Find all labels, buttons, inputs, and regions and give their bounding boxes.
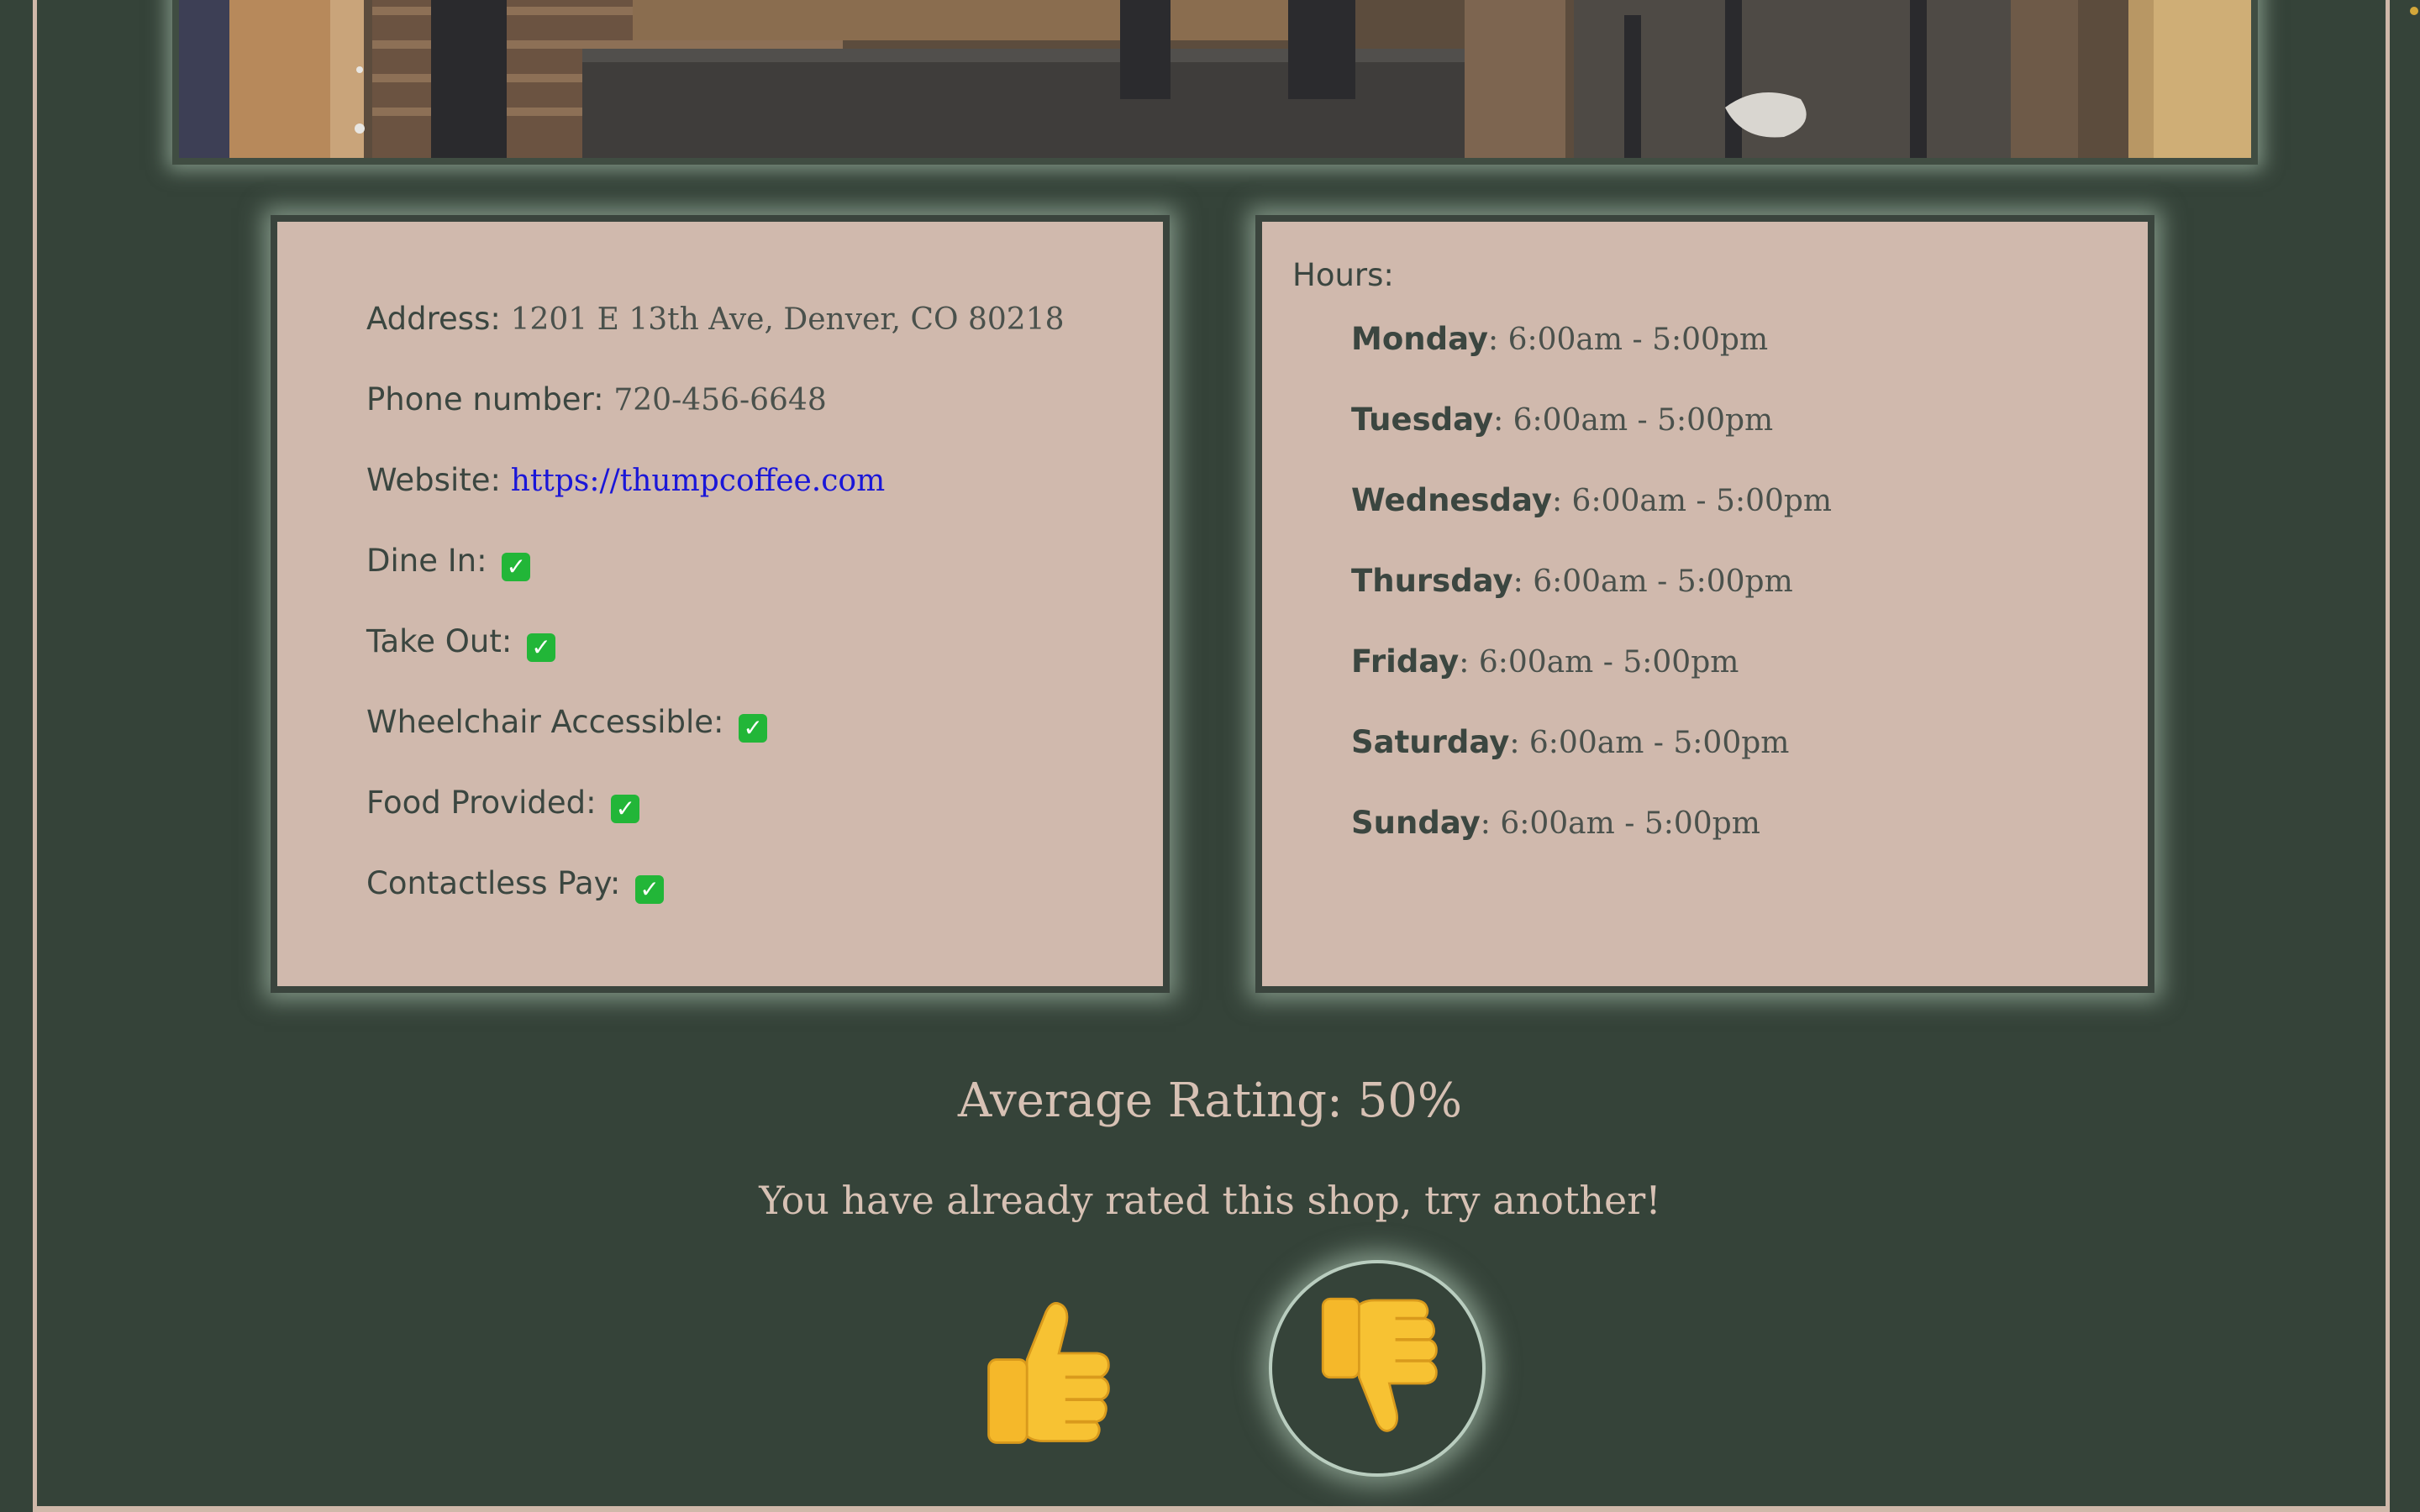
take-out-row: Take Out: ✓ [366, 623, 556, 662]
thumbs-down-button[interactable] [1269, 1260, 1486, 1477]
day-name: Friday [1351, 643, 1460, 680]
hours-row-wednesday: Wednesday: 6:00am - 5:00pm [1351, 482, 1832, 518]
already-rated-message: You have already rated this shop, try an… [759, 1178, 1661, 1223]
hours-row-friday: Friday: 6:00am - 5:00pm [1351, 643, 1739, 680]
day-name: Thursday [1351, 563, 1513, 599]
check-mark-icon: ✓ [611, 795, 640, 823]
website-row: Website: https://thumpcoffee.com [366, 462, 885, 498]
day-name: Wednesday [1351, 482, 1552, 518]
hours-row-monday: Monday: 6:00am - 5:00pm [1351, 321, 1768, 357]
day-hours: : 6:00am - 5:00pm [1488, 323, 1769, 357]
thumbs-up-button[interactable] [941, 1264, 1151, 1474]
hours-row-tuesday: Tuesday: 6:00am - 5:00pm [1351, 402, 1773, 438]
website-label: Website: [366, 462, 501, 498]
wheelchair-row: Wheelchair Accessible: ✓ [366, 704, 768, 743]
address-value: 1201 E 13th Ave, Denver, CO 80218 [510, 302, 1065, 337]
page-background: Address: 1201 E 13th Ave, Denver, CO 802… [0, 0, 2420, 1512]
hours-card: Hours: Monday: 6:00am - 5:00pm Tuesday: … [1255, 215, 2154, 993]
food-label: Food Provided: [366, 785, 597, 821]
day-name: Sunday [1351, 805, 1481, 841]
shop-photo [172, 0, 2258, 165]
check-mark-icon: ✓ [739, 714, 768, 743]
day-hours: : 6:00am - 5:00pm [1512, 564, 1793, 599]
website-link[interactable]: https://thumpcoffee.com [511, 464, 885, 498]
address-row: Address: 1201 E 13th Ave, Denver, CO 802… [366, 301, 1065, 337]
day-hours: : 6:00am - 5:00pm [1493, 403, 1774, 438]
day-hours: : 6:00am - 5:00pm [1459, 645, 1739, 680]
hours-row-thursday: Thursday: 6:00am - 5:00pm [1351, 563, 1793, 599]
day-hours: : 6:00am - 5:00pm [1551, 484, 1833, 518]
dine-in-label: Dine In: [366, 543, 487, 579]
dine-in-row: Dine In: ✓ [366, 543, 531, 581]
phone-row: Phone number: 720-456-6648 [366, 381, 827, 417]
day-hours: : 6:00am - 5:00pm [1509, 726, 1790, 760]
day-hours: : 6:00am - 5:00pm [1480, 806, 1760, 841]
day-name: Saturday [1351, 724, 1510, 760]
check-mark-icon: ✓ [527, 633, 556, 662]
left-border-line [33, 0, 37, 1512]
wheelchair-label: Wheelchair Accessible: [366, 704, 724, 740]
hours-title: Hours: [1292, 257, 1394, 293]
hours-row-saturday: Saturday: 6:00am - 5:00pm [1351, 724, 1789, 760]
day-name: Tuesday [1351, 402, 1494, 438]
hours-row-sunday: Sunday: 6:00am - 5:00pm [1351, 805, 1760, 841]
phone-label: Phone number: [366, 381, 604, 417]
scroll-indicator [2410, 7, 2418, 15]
phone-value: 720-456-6648 [613, 383, 827, 417]
contactless-row: Contactless Pay: ✓ [366, 865, 665, 904]
check-mark-icon: ✓ [635, 875, 665, 904]
take-out-label: Take Out: [366, 623, 513, 659]
bottom-border-line [33, 1506, 2390, 1512]
average-rating: Average Rating: 50% [957, 1074, 1463, 1128]
right-border-line [2386, 0, 2390, 1512]
thumbs-down-icon [1321, 1297, 1438, 1432]
thumbs-up-icon [987, 1302, 1110, 1444]
food-row: Food Provided: ✓ [366, 785, 640, 823]
address-label: Address: [366, 301, 501, 337]
check-mark-icon: ✓ [502, 553, 531, 581]
day-name: Monday [1351, 321, 1489, 357]
shop-info-card: Address: 1201 E 13th Ave, Denver, CO 802… [271, 215, 1170, 993]
contactless-label: Contactless Pay: [366, 865, 621, 901]
